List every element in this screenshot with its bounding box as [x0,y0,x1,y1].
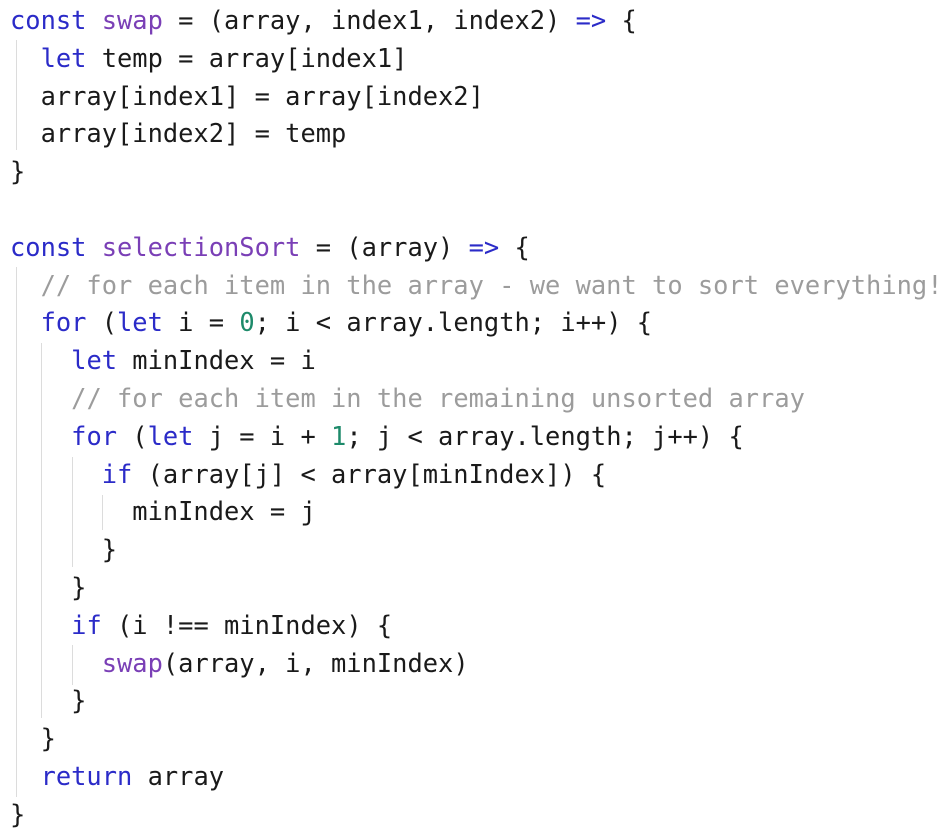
keyword-token: for [40,307,87,338]
code-line[interactable]: minIndex = j [10,493,938,531]
keyword-token: for [71,420,118,451]
code-token: } [10,798,26,829]
keyword-token: let [40,42,87,73]
code-token: minIndex = i [117,345,316,376]
code-token: ( [117,420,148,451]
keyword-token: if [71,609,102,640]
code-line[interactable]: const swap = (array, index1, index2) => … [10,2,938,40]
code-line[interactable] [10,191,938,229]
code-token: array[index1] = array[index2] [10,80,484,111]
code-line[interactable]: } [10,720,938,758]
code-token: { [606,5,637,35]
code-token: } [10,723,56,754]
code-editor[interactable]: const swap = (array, index1, index2) => … [0,0,938,840]
code-line[interactable]: array[index2] = temp [10,115,938,153]
code-line[interactable]: const selectionSort = (array) => { [10,229,938,267]
code-token: (i !== minIndex) { [101,609,393,640]
code-token: minIndex = j [10,496,316,527]
code-line[interactable]: let minIndex = i [10,342,938,380]
code-token: (array, i, minIndex) [162,647,469,678]
keyword-token: const [10,5,102,35]
keyword-token: return [40,760,133,791]
code-line[interactable]: for (let i = 0; i < array.length; i++) { [10,304,938,342]
keyword-token: let [117,307,163,338]
code-line[interactable]: if (array[j] < array[minIndex]) { [10,456,938,494]
comment-token: // for each item in the remaining unsort… [71,382,805,413]
code-line[interactable]: } [10,682,938,720]
code-line[interactable]: array[index1] = array[index2] [10,78,938,116]
keyword-token: const [10,231,102,262]
keyword-token: let [147,420,194,451]
code-token: } [10,571,87,602]
code-token: array[index2] = temp [10,118,347,149]
code-line[interactable]: } [10,153,938,191]
code-line[interactable]: // for each item in the remaining unsort… [10,380,938,418]
code-content[interactable]: const swap = (array, index1, index2) => … [10,2,938,834]
code-token: } [10,534,118,565]
code-token: = (array, index1, index2) [162,5,576,35]
code-line[interactable]: if (i !== minIndex) { [10,607,938,645]
code-token: temp = array[index1] [86,42,408,73]
code-token: j = i + [193,420,332,451]
keyword-token: => [575,5,607,35]
code-token: } [10,156,26,187]
number-token: 0 [239,307,255,338]
code-token: { [499,231,530,262]
code-line[interactable]: // for each item in the array - we want … [10,267,938,305]
keyword-token: if [101,458,133,489]
code-token: ( [86,307,118,338]
code-token: = (array) [300,231,469,262]
code-token: i = [162,307,240,338]
code-token: array [132,760,225,791]
code-line[interactable]: } [10,796,938,834]
function-name-token: selectionSort [101,231,301,262]
code-line[interactable]: for (let j = i + 1; j < array.length; j+… [10,418,938,456]
code-line[interactable]: } [10,531,938,569]
code-token: ; i < array.length; i++) { [254,307,653,338]
code-line[interactable]: } [10,569,938,607]
keyword-token: => [468,231,500,262]
number-token: 1 [331,420,347,451]
code-token: ; j < array.length; j++) { [346,420,744,451]
code-line[interactable]: return array [10,758,938,796]
function-name-token: swap [101,5,163,35]
keyword-token: let [71,345,118,376]
function-name-token: swap [101,647,163,678]
code-line[interactable]: swap(array, i, minIndex) [10,645,938,683]
code-line[interactable]: let temp = array[index1] [10,40,938,78]
comment-token: // for each item in the array - we want … [40,269,938,300]
code-token: (array[j] < array[minIndex]) { [132,458,607,489]
code-token: } [10,685,87,716]
